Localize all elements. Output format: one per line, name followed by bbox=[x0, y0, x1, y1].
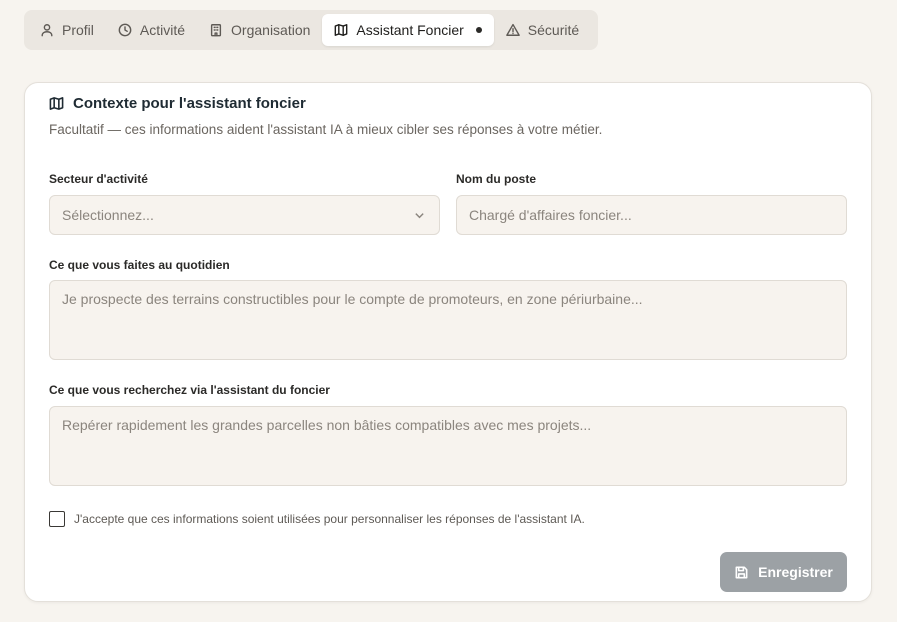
save-button[interactable]: Enregistrer bbox=[720, 552, 847, 592]
search-goal-label: Ce que vous recherchez via l'assistant d… bbox=[49, 383, 330, 397]
sector-select-value: Sélectionnez... bbox=[62, 207, 154, 223]
sector-label: Secteur d'activité bbox=[49, 172, 148, 186]
consent-label: J'accepte que ces informations soient ut… bbox=[74, 512, 585, 526]
warning-icon bbox=[505, 23, 520, 36]
job-title-placeholder: Chargé d'affaires foncier... bbox=[469, 207, 632, 223]
consent-row: J'accepte que ces informations soient ut… bbox=[49, 511, 585, 527]
save-button-label: Enregistrer bbox=[758, 564, 833, 580]
assistant-context-card: Contexte pour l'assistant foncier Facult… bbox=[24, 82, 872, 602]
job-title-input[interactable]: Chargé d'affaires foncier... bbox=[456, 195, 847, 235]
tab-securite[interactable]: Sécurité bbox=[494, 14, 591, 46]
job-title-label: Nom du poste bbox=[456, 172, 536, 186]
tab-activite[interactable]: Activité bbox=[106, 14, 197, 46]
unsaved-indicator-dot bbox=[475, 27, 482, 33]
sector-select[interactable]: Sélectionnez... bbox=[49, 195, 440, 235]
clock-icon bbox=[118, 23, 132, 37]
building-icon bbox=[210, 24, 222, 37]
search-goal-textarea[interactable]: Repérer rapidement les grandes parcelles… bbox=[49, 406, 847, 486]
card-subtitle: Facultatif — ces informations aident l'a… bbox=[49, 122, 603, 137]
tab-organisation[interactable]: Organisation bbox=[197, 14, 322, 46]
tab-label: Activité bbox=[139, 22, 186, 38]
map-icon bbox=[335, 24, 348, 36]
user-icon bbox=[41, 24, 53, 37]
search-goal-placeholder: Repérer rapidement les grandes parcelles… bbox=[62, 417, 592, 433]
daily-activity-label: Ce que vous faites au quotidien bbox=[49, 258, 230, 272]
daily-activity-placeholder: Je prospecte des terrains constructibles… bbox=[62, 291, 643, 307]
card-title: Contexte pour l'assistant foncier bbox=[49, 95, 306, 112]
daily-activity-textarea[interactable]: Je prospecte des terrains constructibles… bbox=[49, 280, 847, 360]
tab-label: Organisation bbox=[231, 22, 311, 38]
tab-label: Profil bbox=[62, 22, 94, 38]
tab-label: Assistant Foncier bbox=[356, 22, 464, 38]
tab-label: Sécurité bbox=[527, 22, 580, 38]
tab-assistant-foncier[interactable]: Assistant Foncier bbox=[322, 14, 494, 46]
card-title-text: Contexte pour l'assistant foncier bbox=[73, 95, 306, 112]
consent-checkbox[interactable] bbox=[49, 511, 65, 527]
save-icon bbox=[735, 566, 748, 578]
chevron-down-icon bbox=[415, 213, 424, 219]
map-icon bbox=[49, 97, 64, 110]
settings-tabs: Profil Activité Organisation Assistant F… bbox=[24, 10, 598, 50]
tab-profil[interactable]: Profil bbox=[28, 14, 106, 46]
